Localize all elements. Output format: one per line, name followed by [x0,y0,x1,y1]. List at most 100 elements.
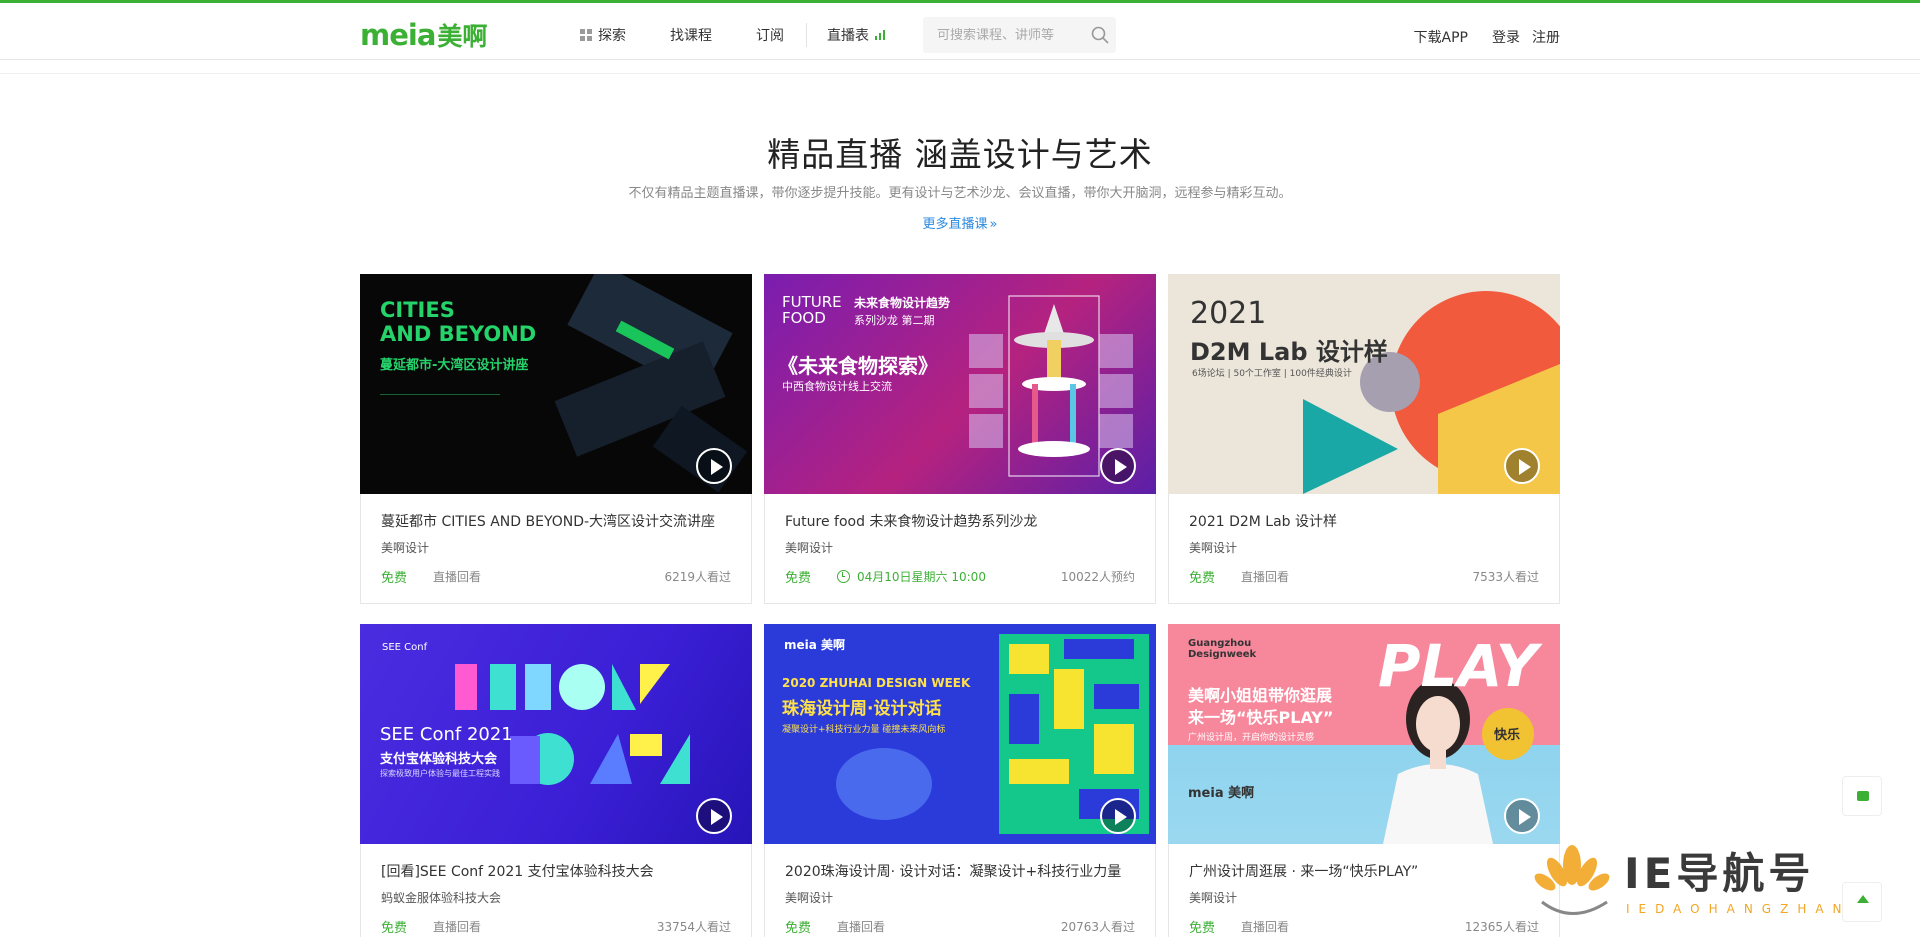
logo-text-cn: 美啊 [437,22,488,51]
nav-item-label: 直播表 [827,28,869,44]
course-title[interactable]: 2021 D2M Lab 设计样 [1189,511,1543,531]
price-badge: 免费 [1189,921,1216,936]
section-subtitle: 不仅有精品主题直播课，带你逐步提升技能。更有设计与艺术沙龙、会议直播，带你大开脑… [628,186,1292,201]
nav-item-label: 找课程 [670,28,712,44]
thumb-text: 来一场“快乐PLAY” [1188,708,1334,727]
course-title[interactable]: 蔓延都市 CITIES AND BEYOND-大湾区设计交流讲座 [381,511,735,531]
course-thumbnail[interactable]: meia 美啊 2020 ZHUHAI DESIGN WEEK 珠海设计周·设计… [764,624,1156,844]
account-links: 下载APP 登录 注册 [1390,27,1560,47]
live-status: 直播回看 [1241,570,1290,584]
nav-item-find-course[interactable]: 找课程 [670,25,712,45]
view-count: 12365人看过 [1464,920,1539,934]
thumb-text: FOOD [782,309,826,327]
thumb-logo: meia 美啊 [784,638,846,652]
course-organizer: 美啊设计 [381,541,430,555]
thumb-text: 美啊小姐姐带你逛展 [1188,686,1333,705]
course-meta: 免费 直播回看 33754人看过 [381,917,731,936]
grid-icon [580,29,592,41]
course-card[interactable]: Guangzhou Designweek PLAY 美啊小姐姐带你逛展 来一场“… [1168,624,1560,937]
play-icon[interactable] [1100,798,1136,834]
search-input[interactable] [937,27,1087,43]
nav-item-label: 订阅 [756,28,784,44]
play-icon[interactable] [1504,448,1540,484]
live-status: 直播回看 [433,570,482,584]
top-navigation-bar: meia 美啊 探索 找课程 订阅 直播表 下载APP 登录 注册 [0,0,1920,60]
register-link[interactable]: 注册 [1532,27,1560,47]
course-card[interactable]: CITIES AND BEYOND 蔓延都市-大湾区设计讲座 蔓延都市 CITI… [360,274,752,604]
play-icon[interactable] [1504,798,1540,834]
thumb-text: 《未来食物探索》 [778,354,938,378]
double-chevron-right-icon: » [989,217,998,232]
thumb-text: FUTURE [782,293,842,311]
thumb-text: 2020 ZHUHAI DESIGN WEEK [782,676,971,690]
view-count: 6219人看过 [664,570,731,584]
course-card[interactable]: SEE Conf SEE Conf 2021 支付宝体验科技大会 探索极致用户体… [360,624,752,937]
course-thumbnail[interactable]: Guangzhou Designweek PLAY 美啊小姐姐带你逛展 来一场“… [1168,624,1560,844]
thumb-text: 凝聚设计+科技行业力量 碰撞未来风向标 [782,725,946,735]
view-count: 20763人看过 [1060,920,1135,934]
meia-logo[interactable]: meia 美啊 [360,17,487,53]
thumb-text: 快乐 [1494,728,1521,743]
thumb-text: 支付宝体验科技大会 [380,752,498,767]
course-thumbnail[interactable]: CITIES AND BEYOND 蔓延都市-大湾区设计讲座 [360,274,752,494]
course-title[interactable]: Future food 未来食物设计趋势系列沙龙 [785,511,1139,531]
play-icon[interactable] [696,448,732,484]
play-icon[interactable] [1100,448,1136,484]
thumb-text: 未来食物设计趋势 [854,296,951,310]
course-thumbnail[interactable]: 2021 D2M Lab 设计样 6场论坛 | 50个工作室 | 100件经典设… [1168,274,1560,494]
thumb-text: 探索极致用户体验与最佳工程实践 [380,769,500,778]
section-divider [0,73,1920,74]
nav-divider [806,23,807,47]
more-live-label: 更多直播课 [922,217,988,232]
price-badge: 免费 [785,921,812,936]
live-status: 直播回看 [837,920,886,934]
course-title[interactable]: [回看]SEE Conf 2021 支付宝体验科技大会 [381,861,735,881]
live-status: 04月10日星期六 10:00 [857,570,986,584]
course-meta: 免费 直播回看 12365人看过 [1189,917,1539,936]
play-icon[interactable] [696,798,732,834]
chat-button[interactable] [1842,776,1882,816]
search-icon[interactable] [1090,25,1110,45]
nav-item-live-schedule[interactable]: 直播表 [827,25,885,45]
reservation-count: 10022人预约 [1060,570,1135,584]
thumb-text: D2M Lab 设计样 [1190,338,1388,366]
view-count: 33754人看过 [656,920,731,934]
price-badge: 免费 [381,921,408,936]
price-badge: 免费 [381,571,408,586]
course-thumbnail[interactable]: SEE Conf SEE Conf 2021 支付宝体验科技大会 探索极致用户体… [360,624,752,844]
thumb-text: CITIES [380,298,455,322]
course-organizer: 蚂蚁金服体验科技大会 [381,891,502,905]
thumb-text: PLAY [1378,632,1538,700]
course-organizer: 美啊设计 [1189,541,1238,555]
chat-icon [1857,791,1869,801]
thumb-text: AND BEYOND [380,322,537,346]
course-meta: 免费 直播回看 6219人看过 [381,567,731,586]
thumb-text: SEE Conf 2021 [380,724,513,745]
course-title[interactable]: 广州设计周逛展 · 来一场“快乐PLAY” [1189,861,1543,881]
thumb-logo: SEE Conf [382,642,428,653]
login-link[interactable]: 登录 [1492,27,1520,47]
thumb-text: 广州设计周，开启你的设计灵感 [1188,733,1315,743]
nav-item-subscribe[interactable]: 订阅 [756,25,784,45]
course-organizer: 美啊设计 [785,891,834,905]
course-meta: 免费 直播回看 20763人看过 [785,917,1135,936]
section-title: 精品直播 涵盖设计与艺术 [767,135,1153,174]
course-title[interactable]: 2020珠海设计周· 设计对话：凝聚设计+科技行业力量 [785,861,1139,881]
live-status: 直播回看 [1241,920,1290,934]
course-card[interactable]: meia 美啊 2020 ZHUHAI DESIGN WEEK 珠海设计周·设计… [764,624,1156,937]
thumb-text: 6场论坛 | 50个工作室 | 100件经典设计 [1192,369,1352,379]
thumb-text: Designweek [1188,649,1257,660]
download-app-link[interactable]: 下载APP [1414,27,1468,47]
course-meta: 免费 04月10日星期六 10:00 10022人预约 [785,567,1135,586]
course-thumbnail[interactable]: FUTURE FOOD 未来食物设计趋势 系列沙龙 第二期 《未来食物探索》 中… [764,274,1156,494]
course-organizer: 美啊设计 [785,541,834,555]
course-meta: 免费 直播回看 7533人看过 [1189,567,1539,586]
logo-text-en: meia [360,18,436,52]
watermark-subtext: IEDAOHANGZHAN [1626,902,1851,916]
nav-item-label: 探索 [598,28,626,44]
course-card[interactable]: FUTURE FOOD 未来食物设计趋势 系列沙龙 第二期 《未来食物探索》 中… [764,274,1156,604]
more-live-link[interactable]: 更多直播课» [0,213,1920,232]
live-bars-icon [875,30,885,40]
nav-item-explore[interactable]: 探索 [580,25,626,45]
course-card[interactable]: 2021 D2M Lab 设计样 6场论坛 | 50个工作室 | 100件经典设… [1168,274,1560,604]
